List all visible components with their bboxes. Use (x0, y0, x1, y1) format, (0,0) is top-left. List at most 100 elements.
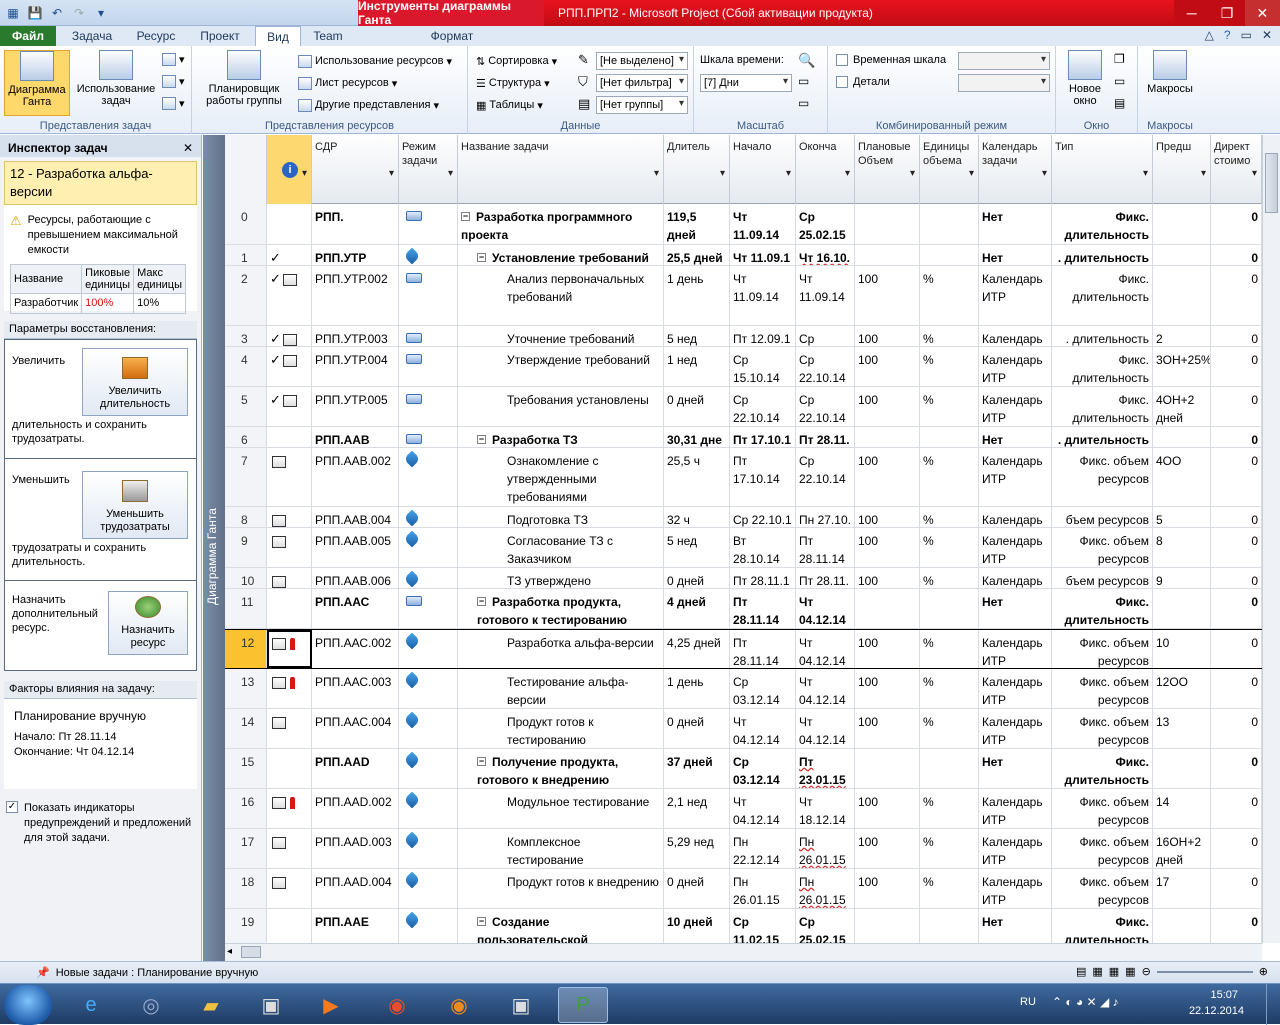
cell-type[interactable]: Фикс. длительность (1052, 589, 1153, 628)
undo-icon[interactable]: ↶ (48, 4, 66, 22)
cell-dur[interactable]: 1 день (664, 669, 730, 708)
cell-dur[interactable]: 30,31 дне (664, 427, 730, 447)
cell-id[interactable]: 14 (225, 709, 267, 748)
zoom-icon[interactable]: 🔍 (798, 52, 815, 69)
cell-wbs[interactable]: РПП.AAD (312, 749, 399, 788)
table-row[interactable]: 12 РПП.ААС.002 Разработка альфа-версии 4,25… (225, 629, 1262, 669)
team-planner-view-icon[interactable]: ▦ (1109, 965, 1119, 978)
cell-name[interactable]: Тестирование альфа-версии (458, 669, 664, 708)
cell-name[interactable]: − Разработка программного проекта (458, 204, 664, 244)
cell-name[interactable]: Продукт готов к тестированию (458, 709, 664, 748)
cell-cost[interactable]: 0 (1211, 589, 1262, 628)
cell-start[interactable]: Пт 17.10.14 (730, 448, 796, 506)
cell-start[interactable]: Пн 26.01.15 (730, 869, 796, 908)
selected-tasks-icon[interactable]: ▭ (798, 96, 809, 110)
cell-ind[interactable]: ✓ (267, 387, 312, 426)
table-row[interactable]: 3 ✓ РПП.УТР.003 Уточнение требований 5 нед Пт… (225, 326, 1262, 347)
cell-id[interactable]: 13 (225, 669, 267, 708)
cell-unit[interactable]: % (920, 448, 979, 506)
cell-name[interactable]: Подготовка ТЗ (458, 507, 664, 527)
cell-pred[interactable]: 12ОО (1153, 669, 1211, 708)
cell-name[interactable]: Модульное тестирование (458, 789, 664, 828)
cell-plan[interactable] (855, 204, 920, 244)
cell-id[interactable]: 5 (225, 387, 267, 426)
cell-unit[interactable]: % (920, 387, 979, 426)
cell-finish[interactable]: Пн 26.01.15 (796, 869, 855, 908)
cell-plan[interactable]: 100 (855, 326, 920, 346)
cell-pred[interactable]: 3ОН+25% (1153, 347, 1211, 386)
cell-dur[interactable]: 1 нед (664, 347, 730, 386)
maximize-button[interactable]: ❐ (1209, 0, 1244, 26)
cell-mode[interactable] (399, 869, 458, 908)
cell-unit[interactable] (920, 245, 979, 265)
tab-resource[interactable]: Ресурс (128, 26, 184, 46)
cell-dur[interactable]: 5 нед (664, 326, 730, 346)
cell-finish[interactable]: Пт 28.11. (796, 427, 855, 447)
cell-cal[interactable]: Календарь ИТР (979, 789, 1052, 828)
cell-wbs[interactable]: РПП.УТР.002 (312, 266, 399, 325)
cell-mode[interactable] (399, 749, 458, 788)
view-bar[interactable]: Диаграмма Ганта (203, 135, 225, 961)
cell-cost[interactable]: 0 (1211, 630, 1262, 668)
cell-plan[interactable]: 100 (855, 869, 920, 908)
cell-name[interactable]: Требования установлены (458, 387, 664, 426)
table-row[interactable]: 11 РПП.ААС − Разработка продукта, готового … (225, 589, 1262, 629)
cell-cal[interactable]: Нет (979, 427, 1052, 447)
cell-cal[interactable]: Календарь ИТР (979, 709, 1052, 748)
cell-cal[interactable]: Календарь ИТР (979, 266, 1052, 325)
cell-start[interactable]: Пт 28.11.1 (730, 568, 796, 588)
cell-cal[interactable]: Календарь ИТР (979, 528, 1052, 567)
resource-sheet-view-icon[interactable]: ▦ (1125, 965, 1135, 978)
details-select[interactable] (958, 74, 1050, 92)
cell-pred[interactable] (1153, 909, 1211, 943)
cell-cost[interactable]: 0 (1211, 749, 1262, 788)
cell-finish[interactable]: Ср 22.10.14 (796, 387, 855, 426)
cell-mode[interactable] (399, 568, 458, 588)
gantt-chart-button[interactable]: Диаграмма Ганта (4, 50, 70, 116)
cell-unit[interactable] (920, 909, 979, 943)
cell-type[interactable]: . длительность (1052, 245, 1153, 265)
cell-wbs[interactable]: РПП.ААС.003 (312, 669, 399, 708)
cell-plan[interactable]: 100 (855, 568, 920, 588)
cell-pred[interactable]: 8 (1153, 528, 1211, 567)
cell-name[interactable]: Анализ первоначальных требований (458, 266, 664, 325)
cell-plan[interactable]: 100 (855, 630, 920, 668)
collapse-icon[interactable]: − (477, 253, 486, 262)
cell-wbs[interactable]: РПП.ААВ.004 (312, 507, 399, 527)
other-views-button[interactable]: Другие представления ▾ (298, 96, 439, 114)
scroll-left-icon[interactable]: ◂ (227, 946, 232, 957)
cell-name[interactable]: Утверждение требований (458, 347, 664, 386)
cell-type[interactable]: Фикс. длительность (1052, 204, 1153, 244)
details-checkbox[interactable]: Детали (836, 76, 890, 88)
cell-name[interactable]: Разработка альфа-версии (458, 630, 664, 668)
cell-name[interactable]: − Разработка ТЗ (458, 427, 664, 447)
folder-icon[interactable]: ▰ (186, 987, 236, 1023)
cell-id[interactable]: 3 (225, 326, 267, 346)
arrange-icon[interactable]: ❐ (1114, 52, 1125, 66)
minimize-button[interactable]: ─ (1174, 0, 1209, 26)
cell-start[interactable]: Ср 15.10.14 (730, 347, 796, 386)
cell-dur[interactable]: 32 ч (664, 507, 730, 527)
cell-type[interactable]: Фикс. объем ресурсов (1052, 709, 1153, 748)
collapse-icon[interactable]: − (477, 597, 486, 606)
collapse-icon[interactable]: − (477, 435, 486, 444)
cell-wbs[interactable]: РПП.ААЕ (312, 909, 399, 943)
cell-unit[interactable]: % (920, 669, 979, 708)
cell-mode[interactable] (399, 387, 458, 426)
cell-start[interactable]: Ср 03.12.14 (730, 669, 796, 708)
cell-mode[interactable] (399, 347, 458, 386)
cell-wbs[interactable]: РПП.ААВ.005 (312, 528, 399, 567)
timeline-checkbox[interactable]: Временная шкала (836, 54, 946, 66)
cell-start[interactable]: Вт 28.10.14 (730, 528, 796, 567)
increase-duration-button[interactable]: Увеличить длительность (82, 348, 188, 416)
cell-cost[interactable]: 0 (1211, 347, 1262, 386)
cell-plan[interactable]: 100 (855, 528, 920, 567)
cell-plan[interactable] (855, 909, 920, 943)
cell-type[interactable]: Фикс. длительность (1052, 749, 1153, 788)
cell-id[interactable]: 4 (225, 347, 267, 386)
project-taskbar-icon[interactable]: P (558, 987, 608, 1023)
cell-dur[interactable]: 5,29 нед (664, 829, 730, 868)
col-header[interactable]: Директ стоимо (1211, 135, 1262, 204)
cell-type[interactable]: Фикс. длительность (1052, 909, 1153, 943)
timeline-select[interactable] (958, 52, 1050, 70)
